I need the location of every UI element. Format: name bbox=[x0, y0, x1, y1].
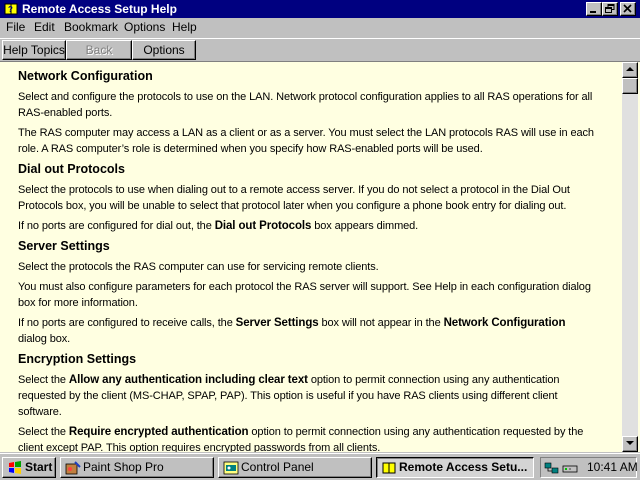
menu-file[interactable]: File bbox=[6, 20, 25, 35]
minimize-icon bbox=[590, 11, 596, 13]
text-run: If no ports are configured for dial out,… bbox=[18, 220, 215, 232]
paragraph: Select the Allow any authentication incl… bbox=[18, 372, 596, 420]
help-topics-button[interactable]: Help Topics bbox=[2, 40, 66, 60]
clock[interactable]: 10:41 AM bbox=[587, 460, 638, 474]
bold-term: Require encrypted authentication bbox=[68, 426, 249, 438]
paragraph: The RAS computer may access a LAN as a c… bbox=[18, 127, 594, 155]
help-content-pane[interactable]: Network Configuration Select and configu… bbox=[0, 61, 640, 452]
bold-term: Dial out Protocols bbox=[214, 220, 312, 232]
help-book-icon bbox=[382, 462, 396, 474]
arrow-up-icon bbox=[626, 67, 634, 71]
paragraph: You must also configure parameters for e… bbox=[18, 281, 591, 309]
scroll-down-button[interactable] bbox=[622, 436, 638, 452]
text-run: If no ports are configured to receive ca… bbox=[18, 317, 236, 329]
close-button[interactable] bbox=[620, 2, 636, 16]
system-tray: 10:41 AM bbox=[540, 457, 638, 478]
task-control-panel[interactable]: Control Panel bbox=[218, 457, 372, 478]
menu-help[interactable]: Help bbox=[172, 20, 197, 35]
task-label: Control Panel bbox=[241, 460, 314, 474]
menu-bookmark[interactable]: Bookmark bbox=[64, 20, 118, 35]
task-paint-shop-pro[interactable]: Paint Shop Pro bbox=[60, 457, 214, 478]
task-label: Remote Access Setu... bbox=[399, 460, 528, 474]
section-heading-dial-out-protocols: Dial out Protocols bbox=[18, 162, 125, 176]
paragraph: Select the protocols to use when dialing… bbox=[18, 184, 570, 212]
help-button-bar: Help Topics Back Options bbox=[0, 38, 640, 60]
menu-bar: File Edit Bookmark Options Help bbox=[0, 18, 640, 37]
bold-term: Server Settings bbox=[235, 317, 319, 329]
text-run: dialog box. bbox=[18, 333, 71, 345]
text-run: box will not appear in the bbox=[318, 317, 444, 329]
back-button[interactable]: Back bbox=[66, 40, 132, 60]
bold-term: Allow any authentication including clear… bbox=[68, 374, 308, 386]
title-bar[interactable]: ? Remote Access Setup Help bbox=[0, 0, 640, 18]
scroll-up-button[interactable] bbox=[622, 62, 638, 78]
paragraph: If no ports are configured to receive ca… bbox=[18, 315, 596, 347]
restore-button[interactable] bbox=[602, 2, 618, 16]
section-heading-network-configuration: Network Configuration bbox=[18, 69, 153, 83]
scroll-thumb[interactable] bbox=[622, 78, 638, 94]
paragraph: If no ports are configured for dial out,… bbox=[18, 218, 596, 234]
help-topic-text: Network Configuration Select and configu… bbox=[18, 68, 596, 452]
modem-icon[interactable] bbox=[562, 460, 578, 476]
arrow-down-icon bbox=[626, 441, 634, 445]
restore-icon bbox=[605, 4, 615, 13]
help-book-icon[interactable]: ? bbox=[3, 1, 19, 17]
task-label: Paint Shop Pro bbox=[83, 460, 164, 474]
paragraph: Select the Require encrypted authenticat… bbox=[18, 424, 596, 452]
menu-edit[interactable]: Edit bbox=[34, 20, 55, 35]
network-monitor-icon[interactable] bbox=[544, 460, 560, 476]
taskbar: Start Paint Shop Pro Control Panel Remot… bbox=[0, 453, 640, 480]
paragraph: Select and configure the protocols to us… bbox=[18, 91, 593, 119]
start-button[interactable]: Start bbox=[2, 457, 56, 478]
start-label: Start bbox=[25, 460, 53, 474]
vertical-scrollbar[interactable] bbox=[622, 62, 638, 452]
text-run: Select the bbox=[18, 374, 69, 386]
text-run: Select the bbox=[18, 426, 69, 438]
bold-term: Network Configuration bbox=[443, 317, 566, 329]
close-icon bbox=[623, 4, 632, 13]
minimize-button[interactable] bbox=[586, 2, 602, 16]
window-title: Remote Access Setup Help bbox=[22, 2, 177, 16]
windows-logo-icon bbox=[9, 461, 21, 474]
section-heading-encryption-settings: Encryption Settings bbox=[18, 352, 137, 366]
task-remote-access-setup-help[interactable]: Remote Access Setu... bbox=[376, 457, 534, 478]
text-run: box appears dimmed. bbox=[311, 220, 419, 232]
svg-text:?: ? bbox=[8, 5, 13, 14]
control-panel-icon bbox=[223, 461, 239, 475]
menu-options[interactable]: Options bbox=[124, 20, 165, 35]
paint-shop-pro-icon bbox=[65, 461, 81, 475]
paragraph: Select the protocols the RAS computer ca… bbox=[18, 261, 379, 273]
options-button[interactable]: Options bbox=[132, 40, 196, 60]
section-heading-server-settings: Server Settings bbox=[18, 239, 110, 253]
